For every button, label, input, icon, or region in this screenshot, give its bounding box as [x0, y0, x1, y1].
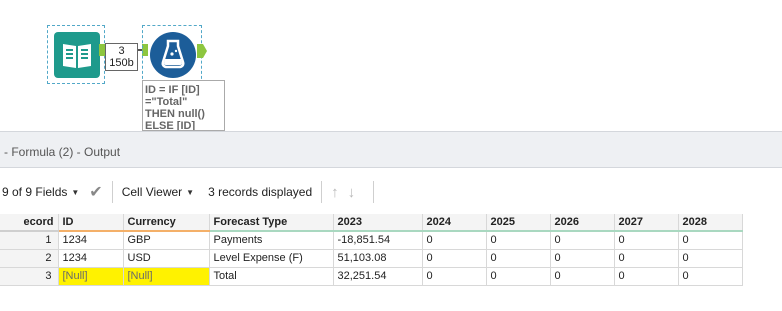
annotation-line: ID = IF [ID] [145, 84, 200, 96]
cell-2027[interactable]: 0 [614, 249, 679, 268]
results-panel-title: - Formula (2) - Output [0, 131, 782, 168]
cell-forecast-type[interactable]: Total [209, 267, 334, 286]
toolbar-divider [373, 181, 375, 203]
workflow-canvas[interactable]: 3 150b ID = IF [ID] ="Total" THEN null()… [0, 0, 782, 131]
column-header-2027[interactable]: 2027 [614, 214, 679, 232]
record-number: 1 [0, 231, 59, 250]
column-header-2028[interactable]: 2028 [678, 214, 743, 232]
cell-2026[interactable]: 0 [550, 267, 615, 286]
toolbar-divider [111, 181, 113, 203]
cell-2023[interactable]: -18,851.54 [333, 231, 423, 250]
flask-icon [150, 32, 196, 78]
book-icon [54, 32, 100, 78]
chevron-down-icon: ▼ [71, 187, 80, 197]
arrow-down-icon[interactable]: ↓ [348, 184, 356, 201]
connection-record-count: 3 [118, 45, 125, 57]
table-header-row: ecord ID Currency Forecast Type 2023 202… [0, 214, 743, 232]
annotation-line: THEN null() [145, 108, 205, 120]
results-table: ecord ID Currency Forecast Type 2023 202… [0, 214, 743, 286]
chevron-down-icon: ▼ [186, 187, 195, 197]
column-header-2025[interactable]: 2025 [486, 214, 551, 232]
cell-id-null[interactable]: [Null] [58, 267, 124, 286]
cell-id[interactable]: 1234 [58, 231, 124, 250]
table-row[interactable]: 3 [Null] [Null] Total 32,251.54 0 0 0 0 … [0, 267, 743, 286]
cell-currency[interactable]: USD [123, 249, 210, 268]
annotation-line: ="Total" [145, 96, 188, 108]
cell-2023[interactable]: 51,103.08 [333, 249, 423, 268]
cell-viewer-label: Cell Viewer [121, 185, 183, 199]
connection-record-badge: 3 150b [105, 43, 138, 71]
cell-2028[interactable]: 0 [678, 249, 743, 268]
cell-2027[interactable]: 0 [614, 267, 679, 286]
results-toolbar: 9 of 9 Fields ▼ ✔ Cell Viewer ▼ 3 record… [0, 177, 782, 207]
column-header-record[interactable]: ecord [0, 214, 59, 232]
cell-2026[interactable]: 0 [550, 249, 615, 268]
records-status: 3 records displayed [208, 185, 313, 199]
cell-2026[interactable]: 0 [550, 231, 615, 250]
cell-forecast-type[interactable]: Level Expense (F) [209, 249, 334, 268]
cell-2024[interactable]: 0 [422, 249, 487, 268]
formula-tool[interactable] [142, 25, 202, 84]
cell-2024[interactable]: 0 [422, 267, 487, 286]
cell-2028[interactable]: 0 [678, 231, 743, 250]
column-header-id[interactable]: ID [58, 214, 124, 232]
cell-id[interactable]: 1234 [58, 249, 124, 268]
cell-2025[interactable]: 0 [486, 267, 551, 286]
fields-label: 9 of 9 Fields [2, 185, 68, 199]
column-header-2024[interactable]: 2024 [422, 214, 487, 232]
cell-2025[interactable]: 0 [486, 231, 551, 250]
connection-size: 150b [109, 57, 134, 69]
cell-2025[interactable]: 0 [486, 249, 551, 268]
formula-tool-output-anchor[interactable] [197, 44, 207, 58]
table-row[interactable]: 1 1234 GBP Payments -18,851.54 0 0 0 0 0 [0, 231, 743, 250]
cell-currency-null[interactable]: [Null] [123, 267, 210, 286]
column-header-2026[interactable]: 2026 [550, 214, 615, 232]
cell-viewer-dropdown[interactable]: Cell Viewer ▼ [122, 185, 194, 199]
column-header-currency[interactable]: Currency [123, 214, 210, 232]
cell-2027[interactable]: 0 [614, 231, 679, 250]
cell-2024[interactable]: 0 [422, 231, 487, 250]
arrow-up-icon[interactable]: ↑ [331, 184, 339, 201]
cell-currency[interactable]: GBP [123, 231, 210, 250]
check-icon[interactable]: ✔ [89, 182, 102, 202]
table-row[interactable]: 2 1234 USD Level Expense (F) 51,103.08 0… [0, 249, 743, 268]
column-header-forecast-type[interactable]: Forecast Type [209, 214, 334, 232]
annotation-line: ELSE [ID] [145, 120, 196, 131]
toolbar-divider [321, 181, 323, 203]
record-number: 2 [0, 249, 59, 268]
cell-forecast-type[interactable]: Payments [209, 231, 334, 250]
results-panel: - Formula (2) - Output 9 of 9 Fields ▼ ✔… [0, 131, 782, 311]
cell-2028[interactable]: 0 [678, 267, 743, 286]
record-number: 3 [0, 267, 59, 286]
column-header-2023[interactable]: 2023 [333, 214, 423, 232]
cell-2023[interactable]: 32,251.54 [333, 267, 423, 286]
formula-annotation: ID = IF [ID] ="Total" THEN null() ELSE [… [142, 80, 225, 131]
fields-dropdown[interactable]: 9 of 9 Fields ▼ [2, 185, 79, 199]
input-data-tool[interactable] [47, 25, 105, 84]
